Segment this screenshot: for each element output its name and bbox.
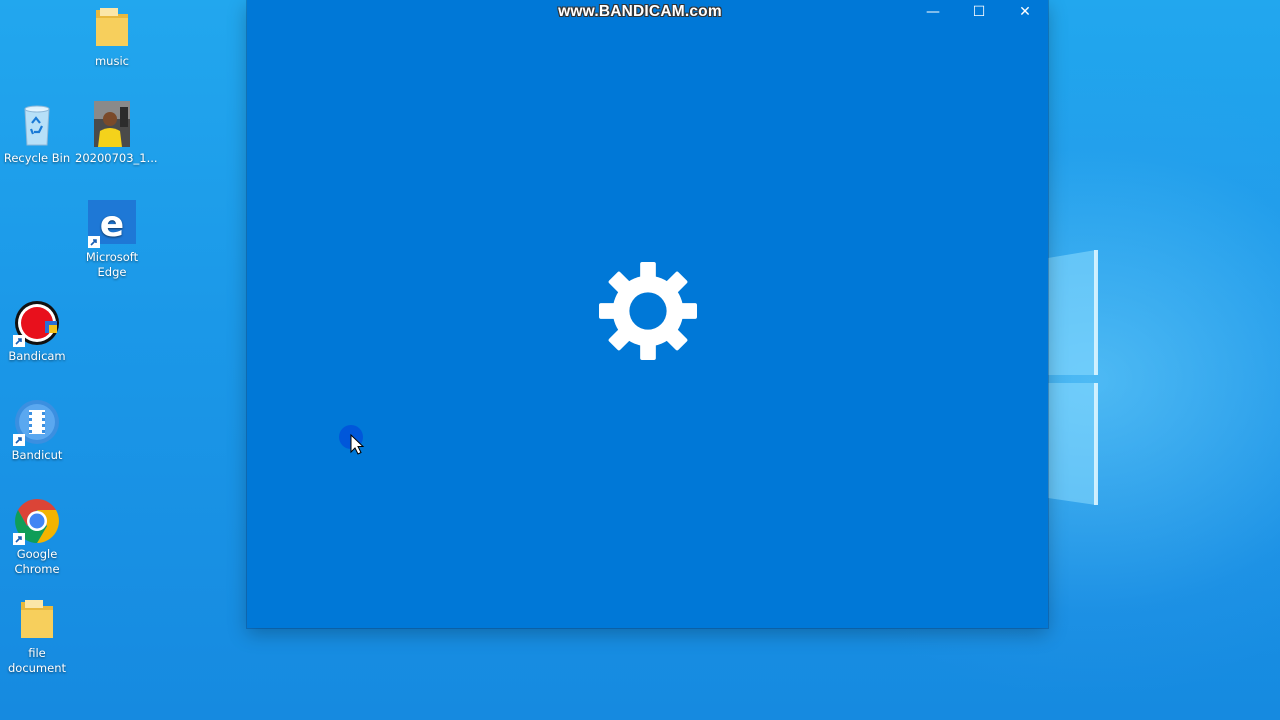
windows-logo-wallpaper-icon (1048, 250, 1098, 505)
desktop-icon-recycle-bin[interactable]: Recycle Bin (0, 101, 74, 166)
minimize-button[interactable]: — (910, 0, 956, 24)
bandicam-icon (13, 299, 61, 347)
desktop-icon-label: Bandicam (8, 349, 66, 363)
desktop-icon-bandicam[interactable]: Bandicam (0, 299, 74, 364)
desktop-icon-label: file document (7, 646, 67, 675)
close-button[interactable]: ✕ (1002, 0, 1048, 24)
edge-icon: e (88, 200, 136, 248)
desktop: music Recycle Bin 20200703_1... e Micros… (0, 0, 1280, 720)
folder-icon (13, 596, 61, 644)
shortcut-arrow-icon (13, 533, 25, 545)
bandicam-watermark: www.BANDICAM.com (558, 3, 722, 20)
gear-icon (599, 262, 697, 360)
maximize-button[interactable]: ☐ (956, 0, 1002, 24)
bandicut-icon (13, 398, 61, 446)
shortcut-arrow-icon (88, 236, 100, 248)
desktop-icon-google-chrome[interactable]: Google Chrome (0, 497, 74, 577)
photo-thumbnail-icon (88, 101, 136, 149)
desktop-icon-bandicut[interactable]: Bandicut (0, 398, 74, 463)
desktop-icon-microsoft-edge[interactable]: e Microsoft Edge (75, 200, 149, 280)
recycle-bin-icon (13, 101, 61, 149)
mouse-cursor-icon (339, 425, 365, 455)
app-splash-window[interactable]: — ☐ ✕ (247, 0, 1048, 628)
desktop-icon-label: Microsoft Edge (85, 250, 139, 279)
desktop-icon-file-document[interactable]: file document (0, 596, 74, 676)
folder-icon (88, 4, 136, 52)
desktop-icon-label: 20200703_1... (75, 151, 158, 165)
chrome-icon (13, 497, 61, 545)
desktop-icon-music[interactable]: music (75, 4, 149, 69)
shortcut-arrow-icon (13, 434, 25, 446)
desktop-icon-label: music (94, 54, 129, 68)
desktop-icon-label: Google Chrome (14, 547, 60, 576)
shortcut-arrow-icon (13, 335, 25, 347)
desktop-icon-label: Bandicut (11, 448, 63, 462)
desktop-icon-label: Recycle Bin (3, 151, 71, 165)
svg-text:e: e (100, 204, 124, 245)
desktop-icon-photo[interactable]: 20200703_1... (75, 101, 158, 166)
